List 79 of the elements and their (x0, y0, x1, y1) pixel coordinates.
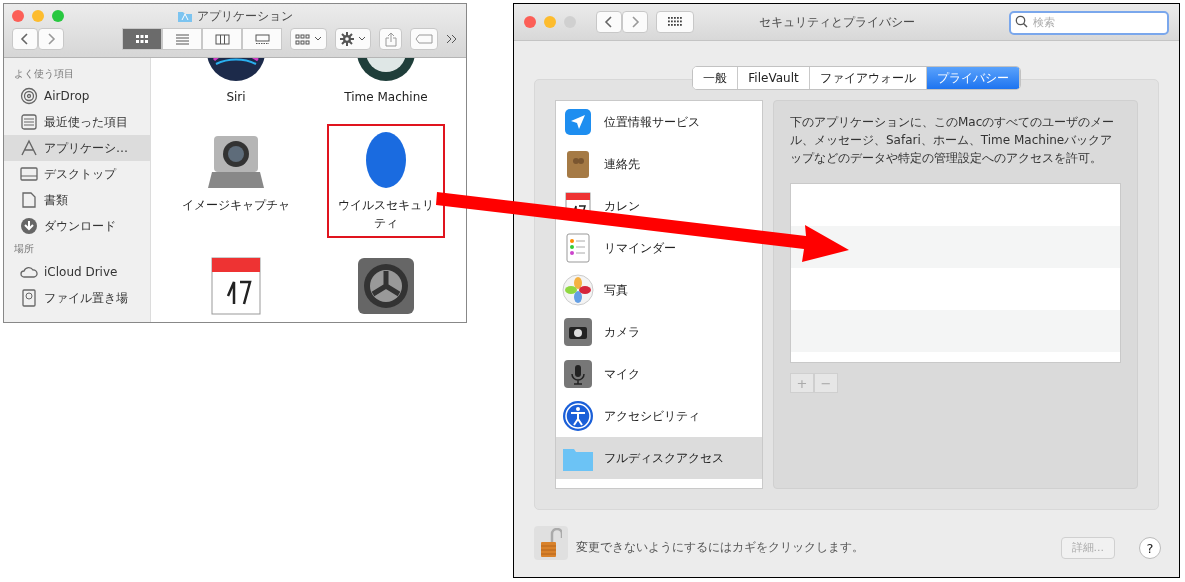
sidebar-item[interactable]: 最近使った項目 (4, 109, 150, 136)
close-button[interactable] (12, 10, 24, 22)
zoom-button[interactable] (52, 10, 64, 22)
minimize-button[interactable] (32, 10, 44, 22)
service-item[interactable]: フルディスクアクセス (556, 437, 762, 479)
close-button[interactable] (524, 16, 536, 28)
search-icon (1015, 15, 1028, 29)
share-icon (384, 31, 397, 47)
show-all-button[interactable] (656, 11, 694, 33)
sidebar-heading: 場所 (13, 242, 35, 257)
camera-icon (562, 316, 594, 348)
service-item[interactable]: アクセシビリティ (556, 395, 762, 437)
apps-icon (20, 139, 38, 158)
icon-grid-icon (295, 32, 310, 46)
lock-hint: 変更できないようにするにはカギをクリックします。 (576, 539, 864, 557)
search-field[interactable]: 検索 (1009, 10, 1169, 35)
grid-dots-icon (668, 17, 682, 27)
sidebar-item[interactable]: AirDrop (4, 83, 150, 110)
gear-icon (340, 32, 354, 46)
app-label[interactable]: Time Machine (344, 88, 428, 106)
airdrop-icon (20, 87, 38, 106)
gallery-icon (254, 32, 270, 46)
view-button[interactable] (202, 28, 242, 50)
service-item[interactable]: 写真 (556, 269, 762, 311)
sidebar-item[interactable]: 書類 (4, 187, 150, 214)
view-button[interactable] (162, 28, 202, 50)
caret-icon (358, 36, 366, 42)
service-item[interactable]: 連絡先 (556, 143, 762, 185)
tag-button[interactable] (410, 28, 438, 50)
minimize-button[interactable] (544, 16, 556, 28)
app-label[interactable]: ウイルスセキュリティ (336, 196, 436, 232)
tray-icon (20, 113, 38, 132)
forward-button[interactable] (38, 28, 64, 50)
padlock-icon (540, 528, 562, 558)
back-button[interactable] (12, 28, 38, 50)
chevron-right-icon (630, 15, 640, 29)
caret-icon (314, 36, 322, 42)
view-button[interactable] (122, 28, 162, 50)
service-item[interactable]: カメラ (556, 311, 762, 353)
accessibility-icon (562, 400, 594, 432)
service-item[interactable]: リマインダー (556, 227, 762, 269)
arrange-button[interactable] (290, 28, 327, 50)
gear-icon[interactable] (356, 256, 416, 316)
action-button[interactable] (335, 28, 371, 50)
app-label[interactable]: イメージキャプチャ (182, 196, 290, 214)
tag-icon (415, 34, 433, 44)
description-text: 下のアプリケーションに、このMacのすべてのユーザのメール、メッセージ、Safari、ホーム、Time Machineバックアップなどのデータや特定の管理設定へのアクセスを許可。 (790, 114, 1116, 167)
icon-grid-icon (134, 32, 150, 46)
folder-icon (177, 9, 193, 23)
sidebar-item[interactable]: ダウンロード (4, 213, 150, 240)
chevron-right-icon (46, 32, 56, 46)
service-item[interactable]: 位置情報サービス (556, 101, 762, 143)
sidebar-item[interactable]: iCloud Drive (4, 258, 150, 285)
back-button[interactable] (596, 11, 622, 33)
sidebar-item[interactable]: デスクトップ (4, 161, 150, 188)
download-icon (20, 217, 38, 236)
app-label[interactable]: Siri (226, 88, 246, 106)
window-title: セキュリティとプライバシー (758, 14, 915, 31)
window-title: アプリケーション (197, 8, 293, 25)
tab[interactable]: 一般 (693, 67, 739, 89)
sidebar-heading: よく使う項目 (13, 67, 75, 81)
columns-icon (214, 32, 230, 46)
list-icon (174, 32, 190, 46)
double-chevron-icon[interactable] (446, 34, 458, 44)
chevron-left-icon (20, 32, 30, 46)
view-button[interactable] (242, 28, 282, 50)
share-button[interactable] (379, 28, 402, 50)
flower-icon (562, 274, 594, 306)
padlock-button[interactable] (534, 526, 568, 560)
chevron-left-icon (604, 15, 614, 29)
document-icon (20, 191, 38, 210)
microphone-icon (562, 358, 594, 390)
sidebar-item[interactable]: アプリケーシ… (4, 135, 150, 162)
drive-icon (20, 288, 38, 307)
forward-button[interactable] (622, 11, 648, 33)
service-item[interactable]: マイク (556, 353, 762, 395)
sidebar-item[interactable]: ファイル置き場 (4, 284, 150, 311)
desktop-icon (20, 165, 38, 184)
help-button[interactable]: ? (1139, 537, 1161, 559)
